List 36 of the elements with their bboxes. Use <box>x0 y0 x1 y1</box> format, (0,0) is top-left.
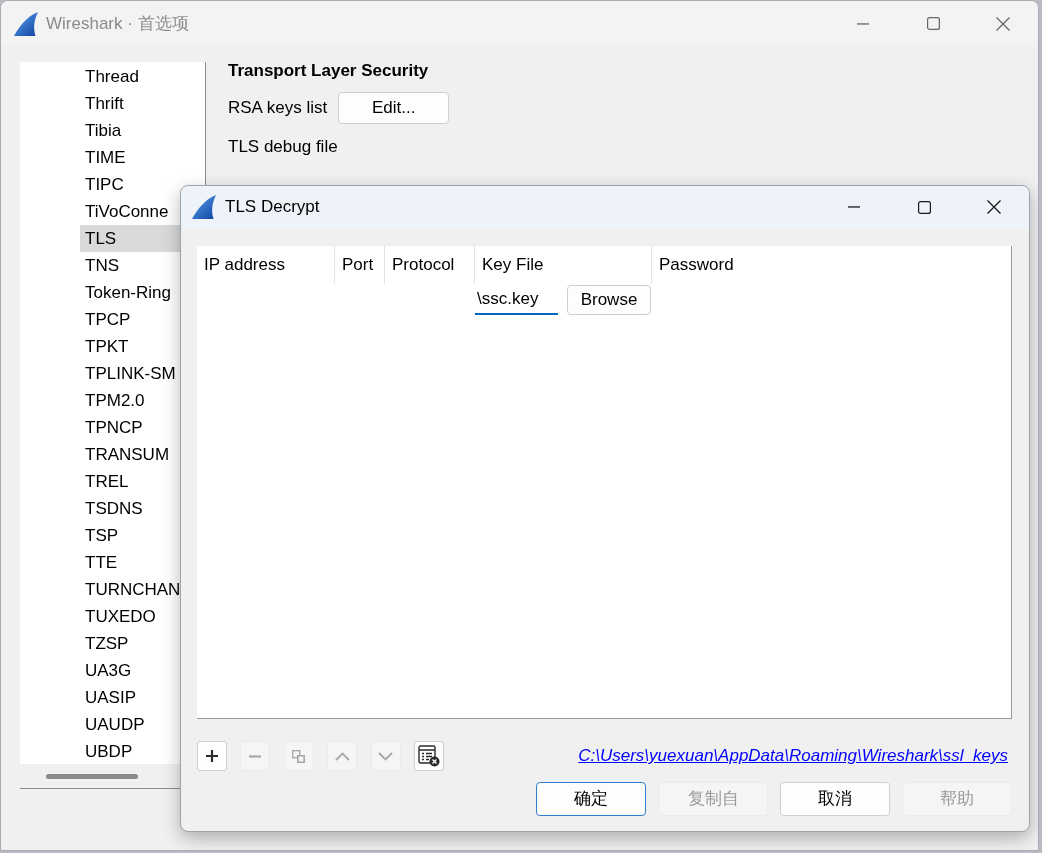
setting-label: TLS debug file <box>228 136 338 159</box>
close-icon <box>987 200 1001 214</box>
dialog-button[interactable]: 取消 <box>780 782 890 816</box>
maximize-icon <box>917 200 931 214</box>
minus-icon <box>249 754 262 758</box>
column-header[interactable]: Protocol <box>385 246 475 284</box>
dialog-button[interactable]: 确定 <box>536 782 646 816</box>
clear-list-button[interactable] <box>413 741 444 771</box>
window-title: Wireshark · 首选项 <box>46 12 189 35</box>
column-header[interactable]: IP address <box>197 246 335 284</box>
minimize-icon <box>848 206 860 208</box>
browse-button[interactable]: Browse <box>567 285 651 315</box>
scrollbar-thumb[interactable] <box>46 774 138 780</box>
edit-button[interactable]: Edit... <box>338 92 450 124</box>
chevron-down-icon <box>378 751 394 761</box>
setting-label: RSA keys list <box>228 97 328 120</box>
add-button[interactable] <box>197 741 227 771</box>
copy-icon <box>292 749 306 763</box>
maximize-icon <box>926 17 940 30</box>
tree-item[interactable]: Tibia <box>80 117 205 144</box>
shark-fin-icon <box>192 195 216 219</box>
column-header[interactable]: Key File <box>475 246 652 284</box>
file-path-link[interactable]: C:\Users\yuexuan\AppData\Roaming\Wireshark\ssl_keys <box>578 743 1008 769</box>
plus-icon <box>206 750 218 762</box>
tree-item[interactable]: Thread <box>80 63 205 90</box>
tree-item[interactable]: Thrift <box>80 90 205 117</box>
minimize-icon <box>857 22 869 25</box>
close-icon <box>996 16 1010 31</box>
shark-fin-icon <box>14 11 38 36</box>
tree-item[interactable]: TIME <box>80 144 205 171</box>
chevron-up-icon <box>334 751 350 761</box>
dialog-title: TLS Decrypt <box>225 196 320 219</box>
column-header[interactable]: Port <box>335 246 385 284</box>
column-header[interactable]: Password <box>652 246 1011 284</box>
clear-list-icon <box>417 745 440 767</box>
section-title: Transport Layer Security <box>228 60 430 82</box>
